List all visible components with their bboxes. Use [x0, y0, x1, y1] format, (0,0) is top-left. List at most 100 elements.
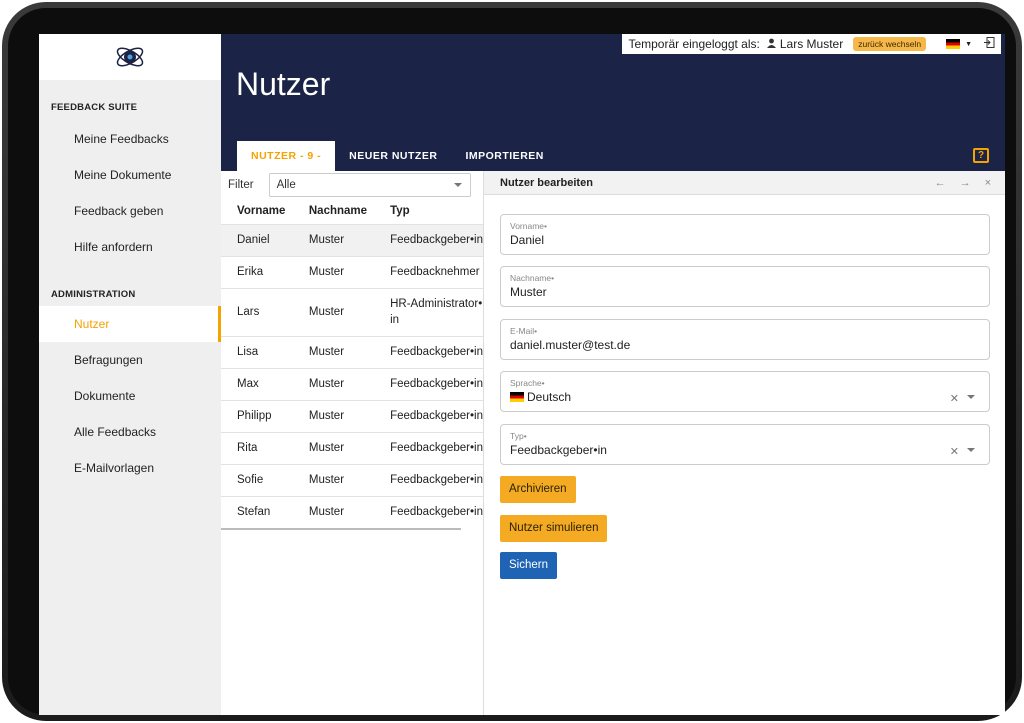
field-value: Daniel: [510, 233, 545, 247]
simulate-user-button[interactable]: Nutzer simulieren: [500, 515, 608, 542]
help-icon[interactable]: ?: [973, 148, 989, 163]
cell-nachname: Muster: [292, 463, 375, 496]
cell-nachname: Muster: [292, 223, 375, 256]
tab-neuer-nutzer[interactable]: NEUER NUTZER: [335, 141, 451, 171]
field-label: Sprache•: [510, 378, 545, 388]
switch-back-button[interactable]: zurück wechseln: [853, 37, 927, 51]
logo-icon: [116, 47, 144, 67]
nachname-field[interactable]: Nachname• Muster: [500, 266, 990, 307]
clear-icon[interactable]: ✕: [950, 392, 959, 405]
cell-nachname: Muster: [292, 287, 375, 336]
field-label: Nachname•: [510, 273, 555, 283]
table-row[interactable]: Stefan Muster Feedbackgeber•in: [221, 495, 483, 528]
cell-typ: Feedbackgeber•in: [374, 431, 483, 464]
clear-icon[interactable]: ✕: [950, 445, 959, 458]
cell-typ: Feedbackgeber•in: [374, 399, 483, 432]
cell-typ: Feedbackgeber•in: [374, 223, 483, 256]
column-header-nachname[interactable]: Nachname: [293, 199, 374, 224]
table-row[interactable]: Rita Muster Feedbackgeber•in: [221, 431, 483, 464]
cell-nachname: Muster: [292, 255, 375, 288]
temp-login-label: Temporär eingeloggt als:: [628, 37, 760, 51]
sidebar-item-befragungen[interactable]: Befragungen: [39, 342, 221, 378]
temp-user-name: Lars Muster: [779, 37, 844, 51]
page-title: Nutzer: [236, 66, 331, 102]
cell-vorname: Daniel: [221, 223, 293, 256]
cell-nachname: Muster: [292, 367, 375, 400]
cell-typ: Feedbackgeber•in: [374, 367, 483, 400]
chevron-down-icon[interactable]: [967, 448, 975, 456]
table-row[interactable]: Lars Muster HR-Administrator•in: [221, 287, 483, 336]
vorname-field[interactable]: Vorname• Daniel: [500, 214, 990, 255]
field-value: Muster: [510, 285, 547, 299]
edit-pane-header: Nutzer bearbeiten ← → ×: [484, 171, 1005, 195]
user-icon: [766, 37, 776, 51]
edit-pane-title: Nutzer bearbeiten: [500, 176, 593, 189]
chevron-down-icon[interactable]: [967, 395, 975, 403]
table-row[interactable]: Philipp Muster Feedbackgeber•in: [221, 399, 483, 432]
sidebar-item-meine-feedbacks[interactable]: Meine Feedbacks: [39, 121, 221, 157]
cell-nachname: Muster: [292, 399, 375, 432]
cell-vorname: Sofie: [221, 463, 293, 496]
close-icon[interactable]: ×: [985, 177, 991, 189]
sidebar-item-nutzer[interactable]: Nutzer: [39, 306, 221, 342]
cell-typ: Feedbacknehmer: [374, 255, 483, 288]
sidebar-item-hilfe-anfordern[interactable]: Hilfe anfordern: [39, 229, 221, 265]
field-label: E-Mail•: [510, 326, 538, 336]
cell-vorname: Lars: [221, 287, 293, 336]
field-label: Typ•: [510, 431, 527, 441]
cell-vorname: Philipp: [221, 399, 293, 432]
sidebar-item-feedback-geben[interactable]: Feedback geben: [39, 193, 221, 229]
archive-button[interactable]: Archivieren: [500, 476, 576, 503]
field-label: Vorname•: [510, 221, 547, 231]
user-table: Vorname Nachname Typ Daniel Muster Feedb…: [221, 199, 483, 528]
column-header-typ[interactable]: Typ: [374, 199, 483, 224]
sidebar-item-e-mailvorlagen[interactable]: E-Mailvorlagen: [39, 450, 221, 486]
tab-nutzer[interactable]: NUTZER - 9 -: [237, 141, 336, 171]
german-flag-icon: [510, 392, 524, 402]
language-flag-icon[interactable]: ▼: [946, 39, 972, 49]
table-row[interactable]: Erika Muster Feedbacknehmer: [221, 255, 483, 288]
column-header-vorname[interactable]: Vorname: [221, 199, 293, 224]
cell-vorname: Rita: [221, 431, 293, 464]
logout-icon[interactable]: [984, 37, 995, 51]
cell-nachname: Muster: [292, 335, 375, 368]
sidebar-section-title: FEEDBACK SUITE: [51, 102, 138, 113]
sprache-select[interactable]: Sprache• Deutsch ✕: [500, 371, 990, 412]
edit-user-pane: Nutzer bearbeiten ← → × Vorname• Daniel …: [483, 171, 1005, 715]
previous-arrow-icon[interactable]: ←: [935, 177, 946, 189]
cell-vorname: Max: [221, 367, 293, 400]
typ-select[interactable]: Typ• Feedbackgeber•in ✕: [500, 424, 990, 465]
tablet-bezel: FEEDBACK SUITE Meine Feedbacks Meine Dok…: [8, 8, 1016, 715]
cell-nachname: Muster: [292, 431, 375, 464]
cell-typ: HR-Administrator•in: [374, 287, 483, 336]
next-arrow-icon[interactable]: →: [960, 177, 971, 189]
field-value: Feedbackgeber•in: [510, 443, 607, 457]
table-row[interactable]: Sofie Muster Feedbackgeber•in: [221, 463, 483, 496]
tab-bar: NUTZER - 9 - NEUER NUTZER IMPORTIEREN: [237, 141, 558, 171]
tab-importieren[interactable]: IMPORTIEREN: [451, 141, 557, 171]
email-field[interactable]: E-Mail• daniel.muster@test.de: [500, 319, 990, 360]
cell-typ: Feedbackgeber•in: [374, 463, 483, 496]
sidebar-item-alle-feedbacks[interactable]: Alle Feedbacks: [39, 414, 221, 450]
cell-vorname: Stefan: [221, 495, 293, 528]
filter-label: Filter: [228, 179, 254, 191]
cell-vorname: Erika: [221, 255, 293, 288]
cell-typ: Feedbackgeber•in: [374, 495, 483, 528]
cell-typ: Feedbackgeber•in: [374, 335, 483, 368]
field-value: Deutsch: [527, 390, 572, 404]
table-row[interactable]: Lisa Muster Feedbackgeber•in: [221, 335, 483, 368]
sidebar-item-dokumente[interactable]: Dokumente: [39, 378, 221, 414]
sidebar-item-meine-dokumente[interactable]: Meine Dokumente: [39, 157, 221, 193]
table-row[interactable]: Max Muster Feedbackgeber•in: [221, 367, 483, 400]
page-header: Nutzer Temporär eingeloggt als: Lars Mus…: [221, 34, 1005, 171]
sidebar: FEEDBACK SUITE Meine Feedbacks Meine Dok…: [39, 34, 221, 715]
field-value: daniel.muster@test.de: [510, 338, 631, 352]
user-list-pane: Filter Alle Vorname Nachname Typ Daniel …: [221, 171, 483, 715]
filter-row: Filter Alle: [221, 171, 483, 199]
cell-nachname: Muster: [292, 495, 375, 528]
logo[interactable]: [39, 34, 221, 80]
table-scrollbar[interactable]: [221, 528, 461, 530]
save-button[interactable]: Sichern: [500, 552, 557, 579]
filter-select[interactable]: Alle: [268, 173, 471, 197]
table-row[interactable]: Daniel Muster Feedbackgeber•in: [221, 223, 483, 256]
